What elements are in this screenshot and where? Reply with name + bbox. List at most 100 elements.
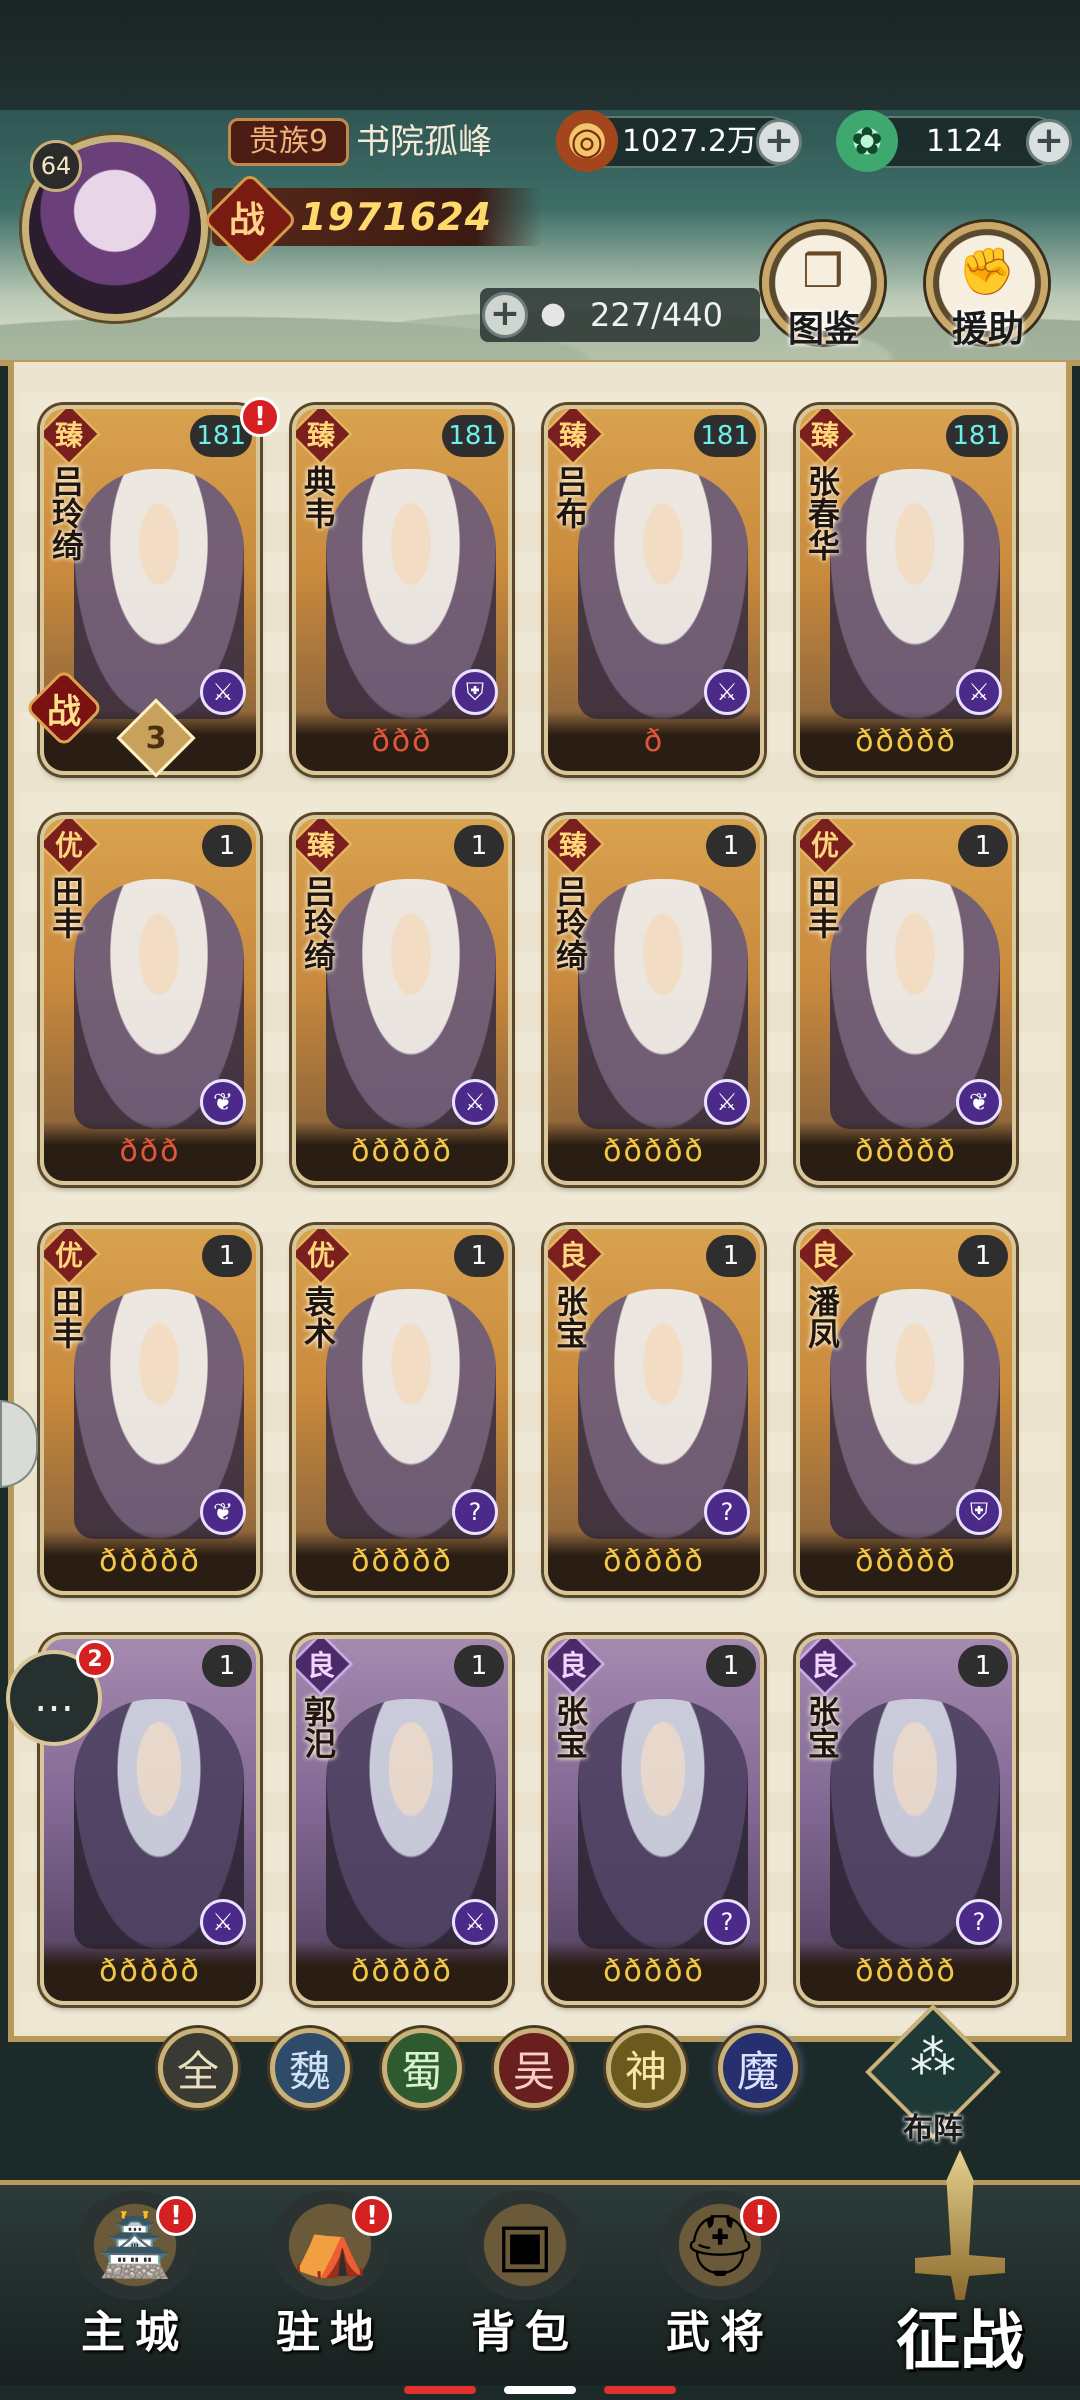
add-coins-button[interactable]: + [756, 119, 802, 165]
hero-alert-badge: ! [240, 397, 280, 437]
sword-icon: ⚔ [704, 1079, 750, 1125]
staff-icon: ? [704, 1489, 750, 1535]
filter-all[interactable]: 全 [158, 2028, 238, 2108]
expedition-button[interactable]: 征战 [850, 2150, 1070, 2380]
hero-name: 吕布 [551, 465, 589, 529]
quality-glyph: 良 [810, 1239, 839, 1272]
nav-backpack[interactable]: ▣ 背包 [450, 2190, 600, 2360]
status-bar-area [0, 0, 1080, 120]
roster-count: 227/440 [590, 296, 723, 334]
filter-god[interactable]: 神 [606, 2028, 686, 2108]
power-value: 1971624 [300, 195, 493, 239]
hero-card[interactable]: 良 1 郭汜 ⚔ ððððð [292, 1635, 512, 2005]
quality-glyph: 优 [306, 1239, 335, 1272]
player-level-badge: 64 [30, 140, 82, 192]
nav-indicator-right [604, 2386, 676, 2394]
staff-icon: ? [704, 1899, 750, 1945]
hero-level: 181 [946, 415, 1008, 457]
hero-level: 1 [202, 1645, 252, 1687]
jade-icon: ✿ [836, 110, 898, 172]
hero-card[interactable]: 优 1 田丰 ❦ ððððð [40, 1225, 260, 1595]
hero-level: 181 [442, 415, 504, 457]
hero-name: 田丰 [47, 1285, 85, 1349]
hero-name: 典韦 [299, 465, 337, 529]
jade-value: 1124 [926, 124, 1003, 159]
sword-icon: ⚔ [452, 1079, 498, 1125]
leaf-icon: ❦ [200, 1489, 246, 1535]
hero-level: 1 [202, 1235, 252, 1277]
codex-label: 图鉴 [787, 309, 860, 350]
hero-card[interactable]: 良 1 张宝? ððððð [796, 1635, 1016, 2005]
quality-glyph: 良 [558, 1239, 587, 1272]
hero-card[interactable]: 臻 181 张春华 ⚔ ððððð [796, 405, 1016, 775]
hero-card[interactable]: 良 1 张宝? ððððð [544, 1225, 764, 1595]
filter-wu[interactable]: 吴 [494, 2028, 574, 2108]
faction-filter-row: 全 魏 蜀 吴 神 魔 [150, 2028, 830, 2120]
hero-name: 张宝 [803, 1695, 841, 1759]
sword-icon [915, 2150, 1005, 2300]
formation-slot-number: 3 [145, 720, 167, 756]
chat-unread-badge: 2 [76, 1640, 114, 1678]
sword-icon: ⚔ [200, 669, 246, 715]
nav-label: 驻地 [276, 2307, 384, 2358]
leaf-icon: ❦ [956, 1079, 1002, 1125]
quality-glyph: 优 [810, 829, 839, 862]
quality-glyph: 优 [54, 1239, 83, 1272]
filter-demon[interactable]: 魔 [718, 2028, 798, 2108]
star-rating: ððððð [603, 1954, 705, 1989]
garrison-alert-badge: ! [352, 2196, 392, 2236]
star-rating: ððð [119, 1134, 181, 1169]
quality-glyph: 臻 [306, 829, 335, 862]
shield-icon: ⛨ [956, 1489, 1002, 1535]
shield-icon: ⛨ [452, 669, 498, 715]
generals-alert-badge: ! [740, 2196, 780, 2236]
hero-card[interactable]: 良 1 张宝? ððððð [544, 1635, 764, 2005]
hero-level: 1 [706, 1645, 756, 1687]
quality-glyph: 臻 [558, 419, 587, 452]
formation-icon: ⁂ [910, 2030, 956, 2084]
hero-name: 吕玲绮 [299, 875, 337, 971]
hero-card[interactable]: 优 1 田丰 ❦ ððððð [796, 815, 1016, 1185]
star-rating: ððððð [351, 1954, 453, 1989]
nav-label: 主城 [81, 2307, 189, 2358]
star-rating: ððððð [99, 1954, 201, 1989]
chest-icon: ▣ [465, 2190, 585, 2300]
staff-icon: ? [452, 1489, 498, 1535]
filter-wei[interactable]: 魏 [270, 2028, 350, 2108]
hero-level: 181 [694, 415, 756, 457]
quality-glyph: 良 [306, 1649, 335, 1682]
support-label: 援助 [951, 309, 1024, 350]
hero-name: 潘凤 [803, 1285, 841, 1349]
hero-card[interactable]: 臻 1 吕玲绮 ⚔ ððððð [544, 815, 764, 1185]
add-jade-button[interactable]: + [1026, 119, 1072, 165]
sword-icon: ⚔ [956, 669, 1002, 715]
sword-icon: ⚔ [704, 669, 750, 715]
star-rating: ððððð [351, 1134, 453, 1169]
hero-card[interactable]: 优 1 袁术? ððððð [292, 1225, 512, 1595]
hero-card[interactable]: 臻 181 典韦 ⛨ ððð [292, 405, 512, 775]
hero-card[interactable]: 臻 181 吕布 ⚔ ð [544, 405, 764, 775]
filter-shu[interactable]: 蜀 [382, 2028, 462, 2108]
main-city-alert-badge: ! [156, 2196, 196, 2236]
star-rating: ððððð [603, 1134, 705, 1169]
star-rating: ððððð [99, 1544, 201, 1579]
staff-icon: ? [956, 1899, 1002, 1945]
nav-indicator-left [404, 2386, 476, 2394]
hero-level: 1 [958, 1645, 1008, 1687]
quality-glyph: 臻 [306, 419, 335, 452]
hero-name: 田丰 [47, 875, 85, 939]
hero-card[interactable]: 良 1 潘凤 ⛨ ððððð [796, 1225, 1016, 1595]
book-icon: ❒ [802, 244, 844, 298]
hero-level: 1 [454, 1645, 504, 1687]
hero-card[interactable]: 优 1 田丰 ❦ ððð [40, 815, 260, 1185]
expand-roster-button[interactable]: + [482, 292, 528, 338]
star-rating: ððððð [855, 724, 957, 759]
star-rating: ððððð [855, 1954, 957, 1989]
hero-level: 1 [958, 1235, 1008, 1277]
quality-glyph: 优 [54, 829, 83, 862]
star-rating: ððððð [603, 1544, 705, 1579]
vip-rank-badge[interactable]: 贵族9 [228, 118, 350, 166]
coin-icon: ◎ [556, 110, 618, 172]
hero-name: 吕玲绮 [47, 465, 85, 561]
hero-card[interactable]: 臻 1 吕玲绮 ⚔ ððððð [292, 815, 512, 1185]
